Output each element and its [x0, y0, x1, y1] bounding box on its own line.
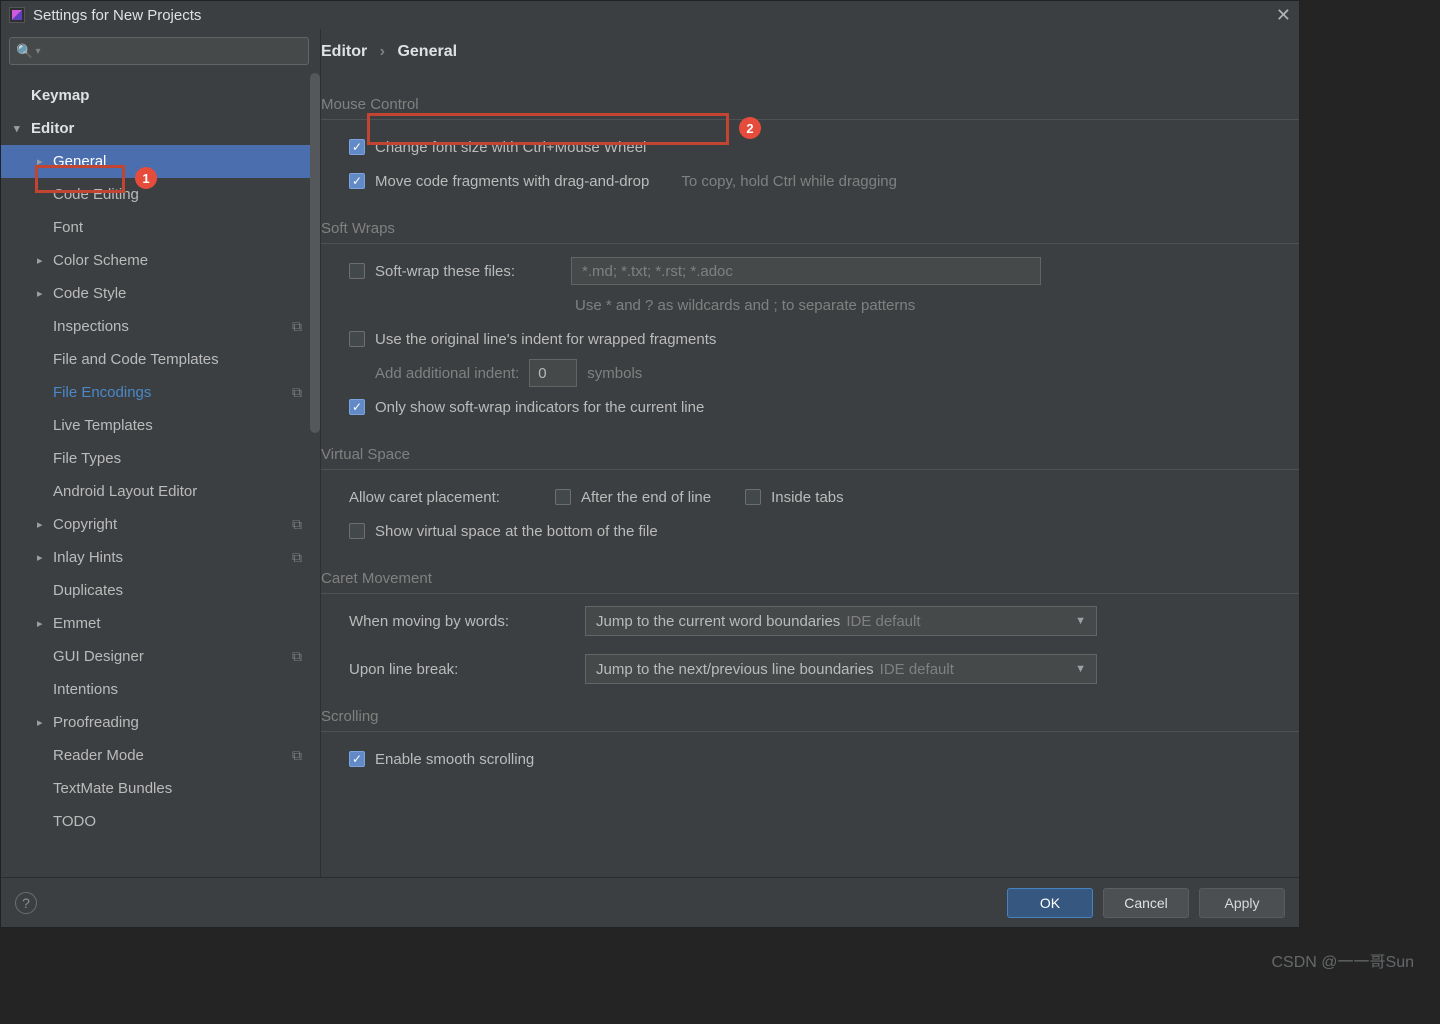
chevron-right-icon: ▸ [37, 254, 43, 267]
chevron-right-icon: ▸ [37, 518, 43, 531]
option-move-fragments[interactable]: Move code fragments with drag-and-drop [375, 173, 649, 190]
checkbox[interactable] [349, 523, 365, 539]
watermark: CSDN @一一哥Sun [1272, 948, 1415, 972]
checkbox[interactable] [349, 139, 365, 155]
label-allow-caret: Allow caret placement: [349, 489, 545, 506]
scope-icon: ⧉ [292, 318, 302, 335]
label-symbols: symbols [587, 365, 642, 382]
breadcrumb: Editor › General [321, 29, 1299, 76]
scope-icon: ⧉ [292, 747, 302, 764]
annotation-badge-1: 1 [135, 167, 157, 189]
tree-item-emmet[interactable]: ▸Emmet [1, 607, 320, 640]
tree-item-inspections[interactable]: Inspections⧉ [1, 310, 320, 343]
select-by-words[interactable]: Jump to the current word boundariesIDE d… [585, 606, 1097, 636]
label-by-words: When moving by words: [349, 613, 575, 630]
tree-item-keymap[interactable]: Keymap [1, 79, 320, 112]
tree-item-color-scheme[interactable]: ▸Color Scheme [1, 244, 320, 277]
section-mouse-control: Mouse Control [321, 92, 1299, 120]
option-only-show-indicators[interactable]: Only show soft-wrap indicators for the c… [375, 399, 704, 416]
checkbox[interactable] [555, 489, 571, 505]
dropdown-icon[interactable]: ▾ [35, 46, 40, 57]
checkbox[interactable] [349, 173, 365, 189]
checkbox[interactable] [349, 331, 365, 347]
scope-icon: ⧉ [292, 549, 302, 566]
tree-item-gui-designer[interactable]: GUI Designer⧉ [1, 640, 320, 673]
apply-button[interactable]: Apply [1199, 888, 1285, 918]
option-smooth-scrolling[interactable]: Enable smooth scrolling [375, 751, 534, 768]
tree-item-proofreading[interactable]: ▸Proofreading [1, 706, 320, 739]
option-after-eol[interactable]: After the end of line [581, 489, 711, 506]
search-icon: 🔍 [16, 43, 33, 60]
additional-indent-input[interactable] [529, 359, 577, 387]
hint-text: To copy, hold Ctrl while dragging [681, 173, 897, 190]
tree-item-general[interactable]: ▸General [1, 145, 320, 178]
scope-icon: ⧉ [292, 516, 302, 533]
tree-item-copyright[interactable]: ▸Copyright⧉ [1, 508, 320, 541]
tree-item-file-templates[interactable]: File and Code Templates [1, 343, 320, 376]
chevron-down-icon: ▼ [1075, 615, 1086, 627]
scope-icon: ⧉ [292, 648, 302, 665]
option-change-font-size[interactable]: Change font size with Ctrl+Mouse Wheel [349, 130, 1299, 164]
chevron-right-icon: ▸ [37, 716, 43, 729]
tree-item-file-types[interactable]: File Types [1, 442, 320, 475]
tree-item-editor[interactable]: ▾Editor [1, 112, 320, 145]
tree-item-reader-mode[interactable]: Reader Mode⧉ [1, 739, 320, 772]
tree-item-inlay-hints[interactable]: ▸Inlay Hints⧉ [1, 541, 320, 574]
select-line-break[interactable]: Jump to the next/previous line boundarie… [585, 654, 1097, 684]
checkbox[interactable] [349, 399, 365, 415]
chevron-right-icon: ▸ [37, 287, 43, 300]
hint-text: Use * and ? as wildcards and ; to separa… [575, 297, 915, 314]
chevron-right-icon: › [380, 43, 385, 60]
scope-icon: ⧉ [292, 384, 302, 401]
tree-item-todo[interactable]: TODO [1, 805, 320, 838]
option-inside-tabs[interactable]: Inside tabs [771, 489, 844, 506]
chevron-down-icon: ▾ [14, 122, 20, 135]
tree-item-intentions[interactable]: Intentions [1, 673, 320, 706]
label-add-indent: Add additional indent: [375, 365, 519, 382]
tree-item-android-layout[interactable]: Android Layout Editor [1, 475, 320, 508]
label-line-break: Upon line break: [349, 661, 575, 678]
chevron-right-icon: ▸ [37, 617, 43, 630]
checkbox[interactable] [745, 489, 761, 505]
settings-tree: Keymap ▾Editor ▸General Code Editing Fon… [1, 73, 320, 877]
annotation-badge-2: 2 [739, 117, 761, 139]
option-soft-wrap-files[interactable]: Soft-wrap these files: [375, 263, 561, 280]
tree-item-textmate[interactable]: TextMate Bundles [1, 772, 320, 805]
help-button[interactable]: ? [15, 892, 37, 914]
sidebar: 🔍 ▾ Keymap ▾Editor ▸General Code Editing… [1, 29, 321, 877]
app-icon [9, 7, 25, 23]
search-input[interactable]: 🔍 ▾ [9, 37, 309, 65]
tree-item-live-templates[interactable]: Live Templates [1, 409, 320, 442]
section-virtual-space: Virtual Space [321, 442, 1299, 470]
tree-item-code-editing[interactable]: Code Editing [1, 178, 320, 211]
title-bar: Settings for New Projects ✕ [1, 1, 1299, 29]
tree-item-duplicates[interactable]: Duplicates [1, 574, 320, 607]
chevron-right-icon: ▸ [37, 155, 43, 168]
tree-item-code-style[interactable]: ▸Code Style [1, 277, 320, 310]
chevron-right-icon: ▸ [37, 551, 43, 564]
section-soft-wraps: Soft Wraps [321, 216, 1299, 244]
sidebar-scrollbar[interactable] [310, 73, 320, 877]
cancel-button[interactable]: Cancel [1103, 888, 1189, 918]
tree-item-font[interactable]: Font [1, 211, 320, 244]
window-title: Settings for New Projects [33, 7, 201, 24]
close-icon[interactable]: ✕ [1276, 5, 1291, 26]
checkbox[interactable] [349, 263, 365, 279]
tree-item-file-encodings[interactable]: File Encodings⧉ [1, 376, 320, 409]
soft-wrap-patterns-input[interactable]: *.md; *.txt; *.rst; *.adoc [571, 257, 1041, 285]
chevron-down-icon: ▼ [1075, 663, 1086, 675]
option-show-virtual-space[interactable]: Show virtual space at the bottom of the … [375, 523, 658, 540]
section-caret-movement: Caret Movement [321, 566, 1299, 594]
breadcrumb-item: General [397, 43, 457, 60]
option-use-original-indent[interactable]: Use the original line's indent for wrapp… [375, 331, 716, 348]
section-scrolling: Scrolling [321, 704, 1299, 732]
main-panel: Editor › General Mouse Control Change fo… [321, 29, 1299, 877]
checkbox[interactable] [349, 751, 365, 767]
dialog-footer: ? OK Cancel Apply [1, 877, 1299, 927]
ok-button[interactable]: OK [1007, 888, 1093, 918]
breadcrumb-item[interactable]: Editor [321, 43, 367, 60]
